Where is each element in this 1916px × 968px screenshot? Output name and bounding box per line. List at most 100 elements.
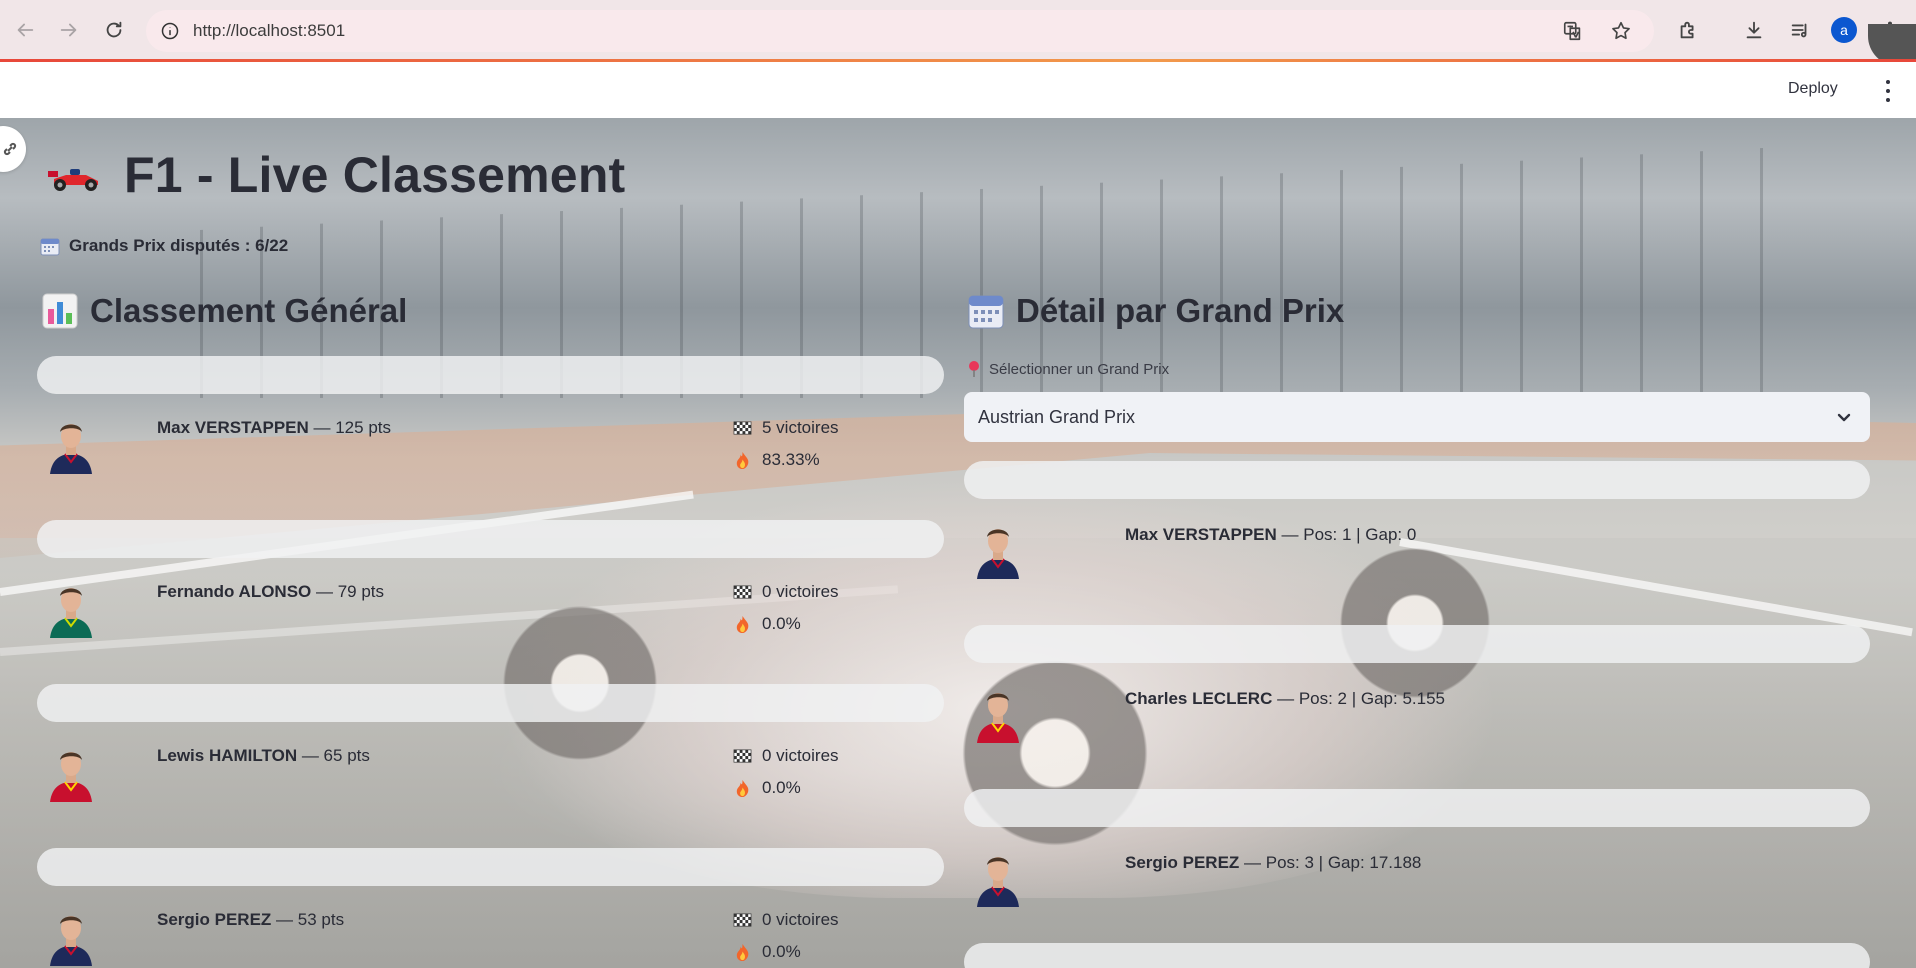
row-spacer-bar (37, 848, 944, 886)
win-rate-text: 0.0% (762, 942, 801, 961)
driver-points: — 79 pts (311, 582, 385, 601)
racing-car-icon (48, 169, 98, 191)
chequered-flag-icon (733, 748, 752, 763)
driver-photo (50, 752, 92, 802)
driver-points: — 125 pts (308, 418, 392, 437)
win-rate-text: 0.0% (762, 614, 801, 633)
gp-result-entry: Max VERSTAPPEN — Pos: 1 | Gap: 0 (1125, 525, 1416, 545)
driver-photo (977, 529, 1019, 579)
gp-select-label-text: Sélectionner un Grand Prix (989, 360, 1170, 378)
general-section-title: Classement Général (90, 292, 408, 329)
result-detail: — Pos: 3 | Gap: 17.188 (1239, 853, 1422, 872)
driver-photo (50, 916, 92, 966)
row-spacer-bar (964, 789, 1870, 827)
deploy-button[interactable]: Deploy (1788, 80, 1838, 98)
win-rate-stat: 83.33% (733, 450, 820, 470)
win-rate-stat: 0.0% (733, 942, 801, 962)
round-pushpin-icon (969, 361, 979, 377)
app-main: F1 - Live Classement Grands Prix disputé… (0, 118, 1916, 968)
detail-section-heading: Détail par Grand Prix (968, 292, 1344, 330)
wins-text: 0 victoires (762, 910, 839, 929)
driver-name: Max VERSTAPPEN (1125, 525, 1277, 544)
gp-count-text: Grands Prix disputés : 6/22 (69, 236, 289, 255)
gp-select-label: Sélectionner un Grand Prix (966, 360, 1169, 378)
extensions-button[interactable] (1672, 14, 1704, 46)
fire-icon (736, 451, 749, 469)
driver-entry: Fernando ALONSO — 79 pts (157, 582, 384, 602)
result-detail: — Pos: 1 | Gap: 0 (1276, 525, 1417, 544)
fire-icon (736, 779, 749, 797)
driver-entry: Sergio PEREZ — 53 pts (157, 910, 344, 930)
profile-avatar[interactable]: a (1831, 17, 1857, 43)
win-rate-text: 0.0% (762, 778, 801, 797)
row-spacer-bar (964, 625, 1870, 663)
wins-stat: 0 victoires (733, 746, 839, 766)
gp-select-value: Austrian Grand Prix (978, 406, 1136, 427)
driver-name: Sergio PEREZ (1125, 853, 1240, 872)
wins-stat: 5 victoires (733, 418, 839, 438)
gp-count: Grands Prix disputés : 6/22 (40, 236, 288, 256)
chequered-flag-icon (733, 420, 752, 435)
site-info-icon[interactable] (158, 19, 182, 43)
reload-icon (106, 21, 122, 38)
app-header: Deploy (0, 62, 1916, 118)
calendar-icon (40, 238, 60, 256)
driver-photo (977, 693, 1019, 743)
wins-text: 0 victoires (762, 582, 839, 601)
puzzle-icon (1680, 21, 1694, 39)
bar-chart-icon (42, 293, 78, 329)
media-controls-button[interactable] (1784, 14, 1816, 46)
arrow-left-icon (17, 23, 34, 37)
driver-photo (50, 588, 92, 638)
driver-points: — 65 pts (297, 746, 370, 765)
downloads-button[interactable] (1738, 14, 1770, 46)
url-text[interactable]: http://localhost:8501 (193, 21, 345, 41)
driver-points: — 53 pts (271, 910, 345, 929)
address-bar[interactable]: http://localhost:8501 (146, 10, 1654, 52)
row-spacer-bar (37, 520, 944, 558)
back-button[interactable] (9, 14, 41, 46)
win-rate-stat: 0.0% (733, 778, 801, 798)
arrow-right-icon (60, 23, 77, 37)
row-spacer-bar (37, 684, 944, 722)
driver-photo (50, 424, 92, 474)
translate-icon[interactable] (1560, 18, 1586, 44)
wins-stat: 0 victoires (733, 582, 839, 602)
driver-entry: Lewis HAMILTON — 65 pts (157, 746, 370, 766)
download-icon (1746, 21, 1762, 39)
row-spacer-bar (37, 356, 944, 394)
detail-section-title: Détail par Grand Prix (1016, 292, 1345, 329)
win-rate-stat: 0.0% (733, 614, 801, 634)
gp-result-entry: Sergio PEREZ — Pos: 3 | Gap: 17.188 (1125, 853, 1421, 873)
chequered-flag-icon (733, 912, 752, 927)
driver-entry: Max VERSTAPPEN — 125 pts (157, 418, 391, 438)
win-rate-text: 83.33% (762, 450, 820, 469)
driver-name: Fernando ALONSO (157, 582, 312, 601)
forward-button[interactable] (53, 14, 85, 46)
browser-toolbar: http://localhost:8501 a (0, 0, 1916, 66)
gp-result-entry: Charles LECLERC — Pos: 2 | Gap: 5.155 (1125, 689, 1445, 709)
reload-button[interactable] (98, 14, 130, 46)
row-spacer-bar (964, 461, 1870, 499)
driver-photo (977, 857, 1019, 907)
wins-stat: 0 victoires (733, 910, 839, 930)
main-menu-button[interactable] (1880, 78, 1896, 104)
driver-name: Charles LECLERC (1125, 689, 1273, 708)
gp-select[interactable]: Austrian Grand Prix (964, 392, 1870, 442)
wins-text: 0 victoires (762, 746, 839, 765)
driver-name: Max VERSTAPPEN (157, 418, 309, 437)
row-spacer-bar (964, 943, 1870, 968)
chequered-flag-icon (733, 584, 752, 599)
queue-music-icon (1791, 23, 1807, 38)
driver-name: Lewis HAMILTON (157, 746, 298, 765)
wins-text: 5 victoires (762, 418, 839, 437)
fire-icon (736, 615, 749, 633)
title-text: F1 - Live Classement (124, 147, 626, 203)
result-detail: — Pos: 2 | Gap: 5.155 (1272, 689, 1445, 708)
chevron-down-icon (1834, 407, 1854, 427)
link-icon (3, 142, 17, 156)
fire-icon (736, 943, 749, 961)
calendar-icon (968, 295, 1004, 329)
bookmark-star-icon[interactable] (1608, 18, 1634, 44)
page-title: F1 - Live Classement (46, 146, 625, 204)
